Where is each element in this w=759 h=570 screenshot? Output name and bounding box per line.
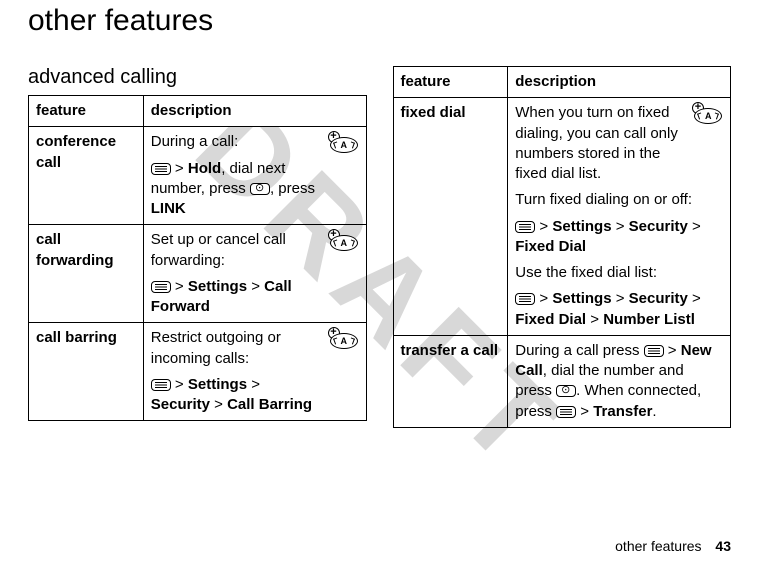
table-header-row: feature description (29, 96, 367, 127)
menu-path: Transfer (593, 403, 652, 420)
menu-key-icon (515, 293, 535, 305)
section-heading: advanced calling (28, 66, 367, 89)
menu-path: Settings (188, 376, 247, 393)
desc-text: . (652, 403, 656, 420)
feature-cell: call barring (29, 323, 144, 421)
desc-text: During a call press (515, 342, 643, 359)
menu-key-icon (151, 281, 171, 293)
menu-path: Settings (188, 278, 247, 295)
menu-path: Fixed Dial (515, 238, 586, 255)
sep: > (210, 396, 227, 413)
right-table: feature description fixed dial + When yo… (393, 66, 732, 428)
desc-text: Restrict outgoing or incoming calls: (151, 329, 281, 366)
sep: > (171, 376, 188, 393)
table-row: call forwarding + Set up or cancel call … (29, 225, 367, 323)
desc-text: Turn fixed dialing on or off: (515, 190, 723, 210)
menu-path: Settings (552, 290, 611, 307)
feature-cell: call forwarding (29, 225, 144, 323)
menu-path: Security (151, 396, 210, 413)
table-header-row: feature description (393, 67, 731, 98)
menu-key-icon (515, 221, 535, 233)
left-table: feature description conference call + Du… (28, 95, 367, 421)
description-cell: During a call press > New Call, dial the… (508, 335, 731, 427)
page-title: other features (28, 4, 731, 38)
send-key-icon (250, 183, 270, 195)
operator-icon: + (694, 103, 724, 125)
table-row: conference call + During a call: > Hold,… (29, 127, 367, 225)
menu-key-icon (644, 345, 664, 357)
feature-cell: transfer a call (393, 335, 508, 427)
table-row: transfer a call During a call press > Ne… (393, 335, 731, 427)
feature-cell: fixed dial (393, 98, 508, 336)
sep: > (171, 278, 188, 295)
menu-path: Security (629, 290, 688, 307)
right-column: feature description fixed dial + When yo… (393, 66, 732, 428)
sep: > (535, 218, 552, 235)
sep: > (586, 311, 603, 328)
left-column: advanced calling feature description con… (28, 66, 367, 428)
menu-path: Hold (188, 160, 221, 177)
feature-cell: conference call (29, 127, 144, 225)
send-key-icon (556, 385, 576, 397)
table-row: fixed dial + When you turn on fixed dial… (393, 98, 731, 336)
operator-icon: + (330, 132, 360, 154)
col-feature: feature (393, 67, 508, 98)
sep: > (576, 403, 593, 420)
desc-text: Use the fixed dial list: (515, 263, 723, 283)
description-cell: + Restrict outgoing or incoming calls: >… (143, 323, 366, 421)
col-feature: feature (29, 96, 144, 127)
col-description: description (508, 67, 731, 98)
menu-key-icon (151, 379, 171, 391)
sep: > (688, 218, 701, 235)
table-row: call barring + Restrict outgoing or inco… (29, 323, 367, 421)
sep: > (535, 290, 552, 307)
desc-text: Set up or cancel call forwarding: (151, 231, 286, 268)
description-cell: + Set up or cancel call forwarding: > Se… (143, 225, 366, 323)
menu-path: Settings (552, 218, 611, 235)
menu-path: LINK (151, 200, 186, 217)
desc-text: When you turn on fixed dialing, you can … (515, 104, 678, 182)
page-footer: other features 43 (615, 538, 731, 554)
sep: > (612, 290, 629, 307)
desc-text: During a call: (151, 133, 239, 150)
footer-text: other features (615, 538, 701, 554)
sep: > (664, 342, 681, 359)
sep: > (171, 160, 188, 177)
sep: > (612, 218, 629, 235)
description-cell: + When you turn on fixed dialing, you ca… (508, 98, 731, 336)
sep: > (247, 376, 260, 393)
page-number: 43 (715, 538, 731, 554)
menu-key-icon (556, 406, 576, 418)
menu-key-icon (151, 163, 171, 175)
menu-path: Fixed Dial (515, 311, 586, 328)
sep: > (688, 290, 701, 307)
description-cell: + During a call: > Hold, dial next numbe… (143, 127, 366, 225)
menu-path: Call Barring (227, 396, 312, 413)
col-description: description (143, 96, 366, 127)
menu-path: Security (629, 218, 688, 235)
sep: > (247, 278, 264, 295)
menu-path: Number Listl (603, 311, 695, 328)
desc-text: , press (270, 180, 315, 197)
operator-icon: + (330, 328, 360, 350)
operator-icon: + (330, 230, 360, 252)
